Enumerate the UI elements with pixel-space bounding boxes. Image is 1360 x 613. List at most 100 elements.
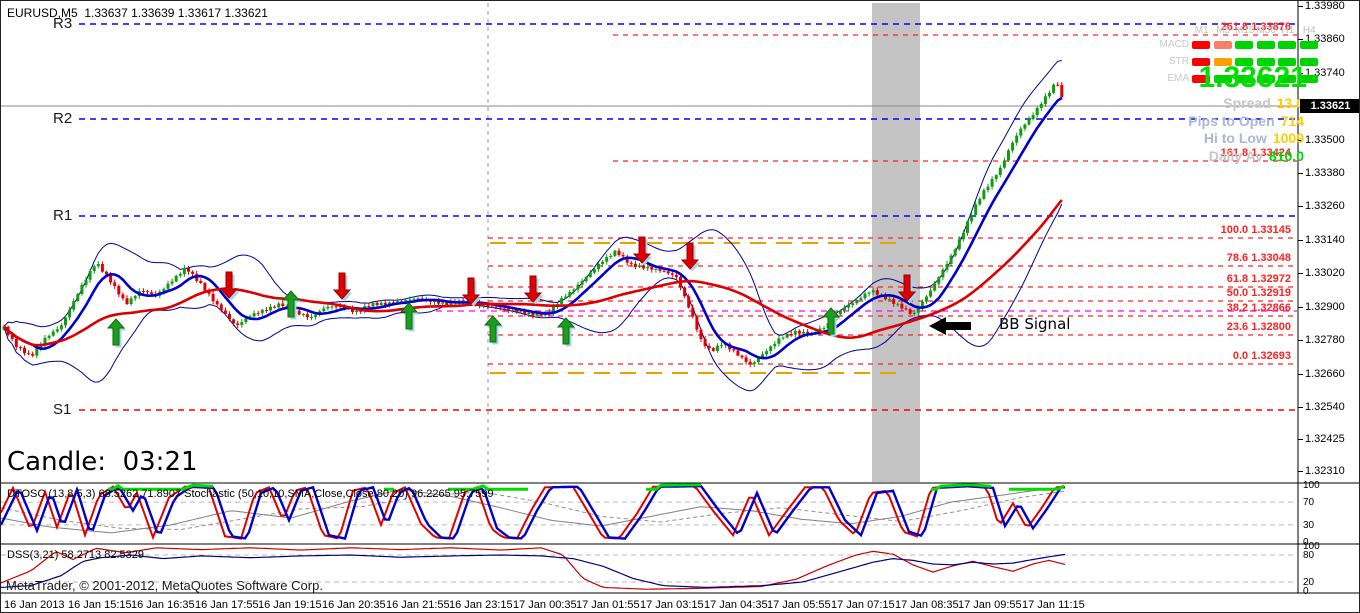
mtf-row-MACD: MACD: [1151, 36, 1321, 53]
mtf-signal-cell-salmon: [1214, 41, 1232, 49]
price-tick-label: 1.32660: [1305, 368, 1345, 380]
time-tick-label: 17 Jan 03:15: [640, 599, 704, 611]
dtosc-indicator-label: DTOSC (13,8,5,3) 68.5262 71.8907 Stochas…: [7, 488, 494, 500]
price-tick-mark: [1298, 240, 1303, 241]
price-tick-label: 1.33140: [1305, 234, 1345, 246]
time-tick-label: 16 Jan 17:55: [195, 599, 259, 611]
pivot-label-R2: R2: [53, 110, 72, 127]
bb-signal-label: BB Signal: [999, 315, 1070, 333]
price-tick-mark: [1298, 374, 1303, 375]
price-tick-label: 1.33260: [1305, 200, 1345, 212]
fib-label-0.0: 0.0 1.32693: [1233, 350, 1291, 362]
mtf-signal-cell-green: [1278, 41, 1296, 49]
time-tick-label: 17 Jan 09:55: [958, 599, 1022, 611]
mtf-signal-cell-green: [1235, 41, 1253, 49]
fib-label-50.0: 50.0 1.32919: [1227, 287, 1291, 299]
stat-hi-to-low: Hi to Low 1009: [1204, 130, 1304, 146]
time-tick-label: 16 Jan 19:15: [258, 599, 322, 611]
price-tick-label: 1.32900: [1305, 301, 1345, 313]
time-tick-label: 16 Jan 21:55: [386, 599, 450, 611]
price-tick-mark: [1298, 439, 1303, 440]
chart-canvas[interactable]: [1, 1, 1360, 613]
time-tick-label: 17 Jan 08:35: [895, 599, 959, 611]
price-tick-mark: [1298, 471, 1303, 472]
price-tick-mark: [1298, 6, 1303, 7]
price-tick-mark: [1298, 206, 1303, 207]
mtf-header-M30: M30: [1256, 25, 1278, 36]
mtf-header-H1: H1: [1277, 25, 1299, 36]
stat-value: 714: [1281, 113, 1304, 129]
time-tick-label: 16 Jan 23:15: [449, 599, 513, 611]
dss-indicator-label: DSS(3,21) 58.2713 82.5329: [7, 549, 144, 561]
stat-label: Daily Av: [1209, 148, 1263, 164]
fib-label-78.6: 78.6 1.33048: [1227, 252, 1291, 264]
stat-value: 1009: [1273, 130, 1304, 146]
pane2-scale-label: 0: [1303, 586, 1309, 597]
mt4-chart-window: EURUSD,M5 1.33637 1.33639 1.33617 1.3362…: [0, 0, 1360, 613]
fib-label-100.0: 100.0 1.33145: [1221, 224, 1291, 236]
stat-label: Spread: [1223, 95, 1270, 111]
mtf-signal-cell-green: [1300, 41, 1318, 49]
candle-timer-label: Candle:: [7, 447, 106, 477]
mtf-signal-cell-red: [1192, 41, 1210, 49]
time-tick-label: 17 Jan 07:15: [831, 599, 895, 611]
price-tick-mark: [1298, 307, 1303, 308]
price-tick-label: 1.32425: [1305, 433, 1345, 445]
ohlc-values: 1.33637 1.33639 1.33617 1.33621: [84, 6, 268, 20]
price-tick-mark: [1298, 407, 1303, 408]
time-tick-label: 16 Jan 2013: [4, 599, 65, 611]
mtf-headers: M1M5M15M30H1H4: [1191, 25, 1321, 36]
pane2-scale-label: 80: [1303, 550, 1314, 561]
time-tick-label: 16 Jan 15:15: [68, 599, 132, 611]
mtf-row-label: MACD: [1151, 39, 1192, 50]
stat-value: 810.0: [1269, 148, 1304, 164]
pane1-scale-label: 30: [1303, 520, 1314, 531]
price-tick-label: 1.32310: [1305, 465, 1345, 477]
price-tick-label: 1.32540: [1305, 401, 1345, 413]
time-tick-label: 17 Jan 11:15: [1022, 599, 1085, 611]
time-tick-label: 16 Jan 20:35: [322, 599, 386, 611]
fib-label-61.8: 61.8 1.32972: [1227, 273, 1291, 285]
mtf-signal-cell-green: [1257, 41, 1275, 49]
price-tick-label: 1.33500: [1305, 134, 1345, 146]
candle-timer-value: 03:21: [123, 447, 198, 477]
pane1-scale-label: 100: [1303, 480, 1320, 491]
fib-label-38.2: 38.2 1.32866: [1227, 302, 1291, 314]
mtf-header-M1: M1: [1191, 25, 1213, 36]
mtf-header-H4: H4: [1299, 25, 1321, 36]
price-tick-label: 1.33380: [1305, 167, 1345, 179]
price-tick-mark: [1298, 340, 1303, 341]
price-tick-label: 1.33020: [1305, 267, 1345, 279]
mtf-header-M5: M5: [1213, 25, 1235, 36]
bb-signal-arrow-icon: [929, 317, 971, 335]
candle-timer: Candle: 03:21: [7, 447, 198, 477]
time-tick-label: 16 Jan 16:35: [131, 599, 195, 611]
pivot-label-R3: R3: [53, 15, 72, 32]
copyright-watermark: MetaTrader, © 2001-2012, MetaQuotes Soft…: [6, 578, 323, 593]
time-tick-label: 17 Jan 00:35: [513, 599, 577, 611]
mtf-row-label: STR: [1151, 56, 1192, 67]
price-tick-label: 1.33980: [1305, 0, 1345, 12]
time-tick-label: 17 Jan 05:55: [767, 599, 831, 611]
buy-arrow-icon: [108, 319, 124, 345]
chart-title: EURUSD,M5 1.33637 1.33639 1.33617 1.3362…: [7, 6, 268, 20]
time-tick-label: 17 Jan 04:35: [704, 599, 768, 611]
stat-pips-to-open: Pips to Open714: [1188, 113, 1304, 129]
buy-arrow-icon: [485, 316, 501, 342]
stat-spread: Spread13.0: [1223, 95, 1304, 111]
mtf-header-M15: M15: [1234, 25, 1256, 36]
pane1-scale-label: 70: [1303, 497, 1314, 508]
current-price-box: 1.33621: [1300, 99, 1360, 113]
time-tick-label: 17 Jan 01:55: [576, 599, 640, 611]
price-tick-mark: [1298, 173, 1303, 174]
pivot-label-S1: S1: [53, 401, 71, 418]
current-price-big: 1.33621: [1199, 61, 1307, 95]
fib-label-23.6: 23.6 1.32800: [1227, 321, 1291, 333]
pivot-label-R1: R1: [53, 207, 72, 224]
stat-daily-av: Daily Av 810.0: [1209, 148, 1304, 164]
stat-label: Hi to Low: [1204, 130, 1267, 146]
mtf-row-label: EMA: [1151, 73, 1192, 84]
buy-arrow-icon: [283, 291, 299, 317]
price-tick-mark: [1298, 273, 1303, 274]
price-tick-label: 1.32780: [1305, 334, 1345, 346]
